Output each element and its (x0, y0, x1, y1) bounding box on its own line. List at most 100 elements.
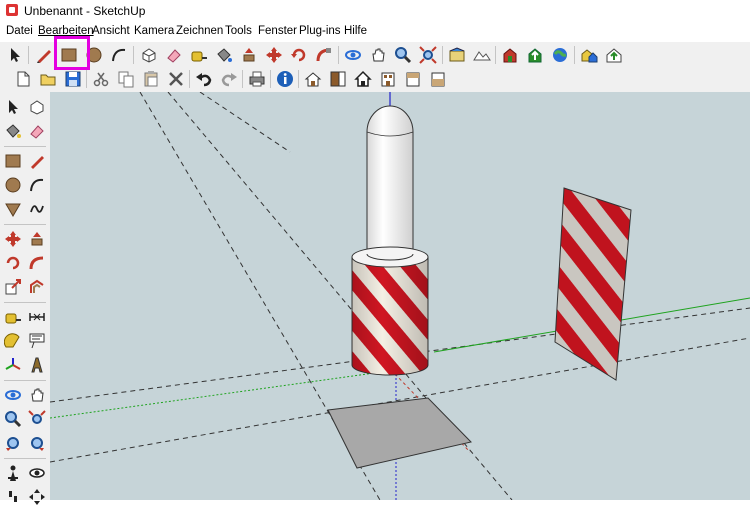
menu-tools[interactable]: Tools (225, 25, 252, 37)
left-view-icon[interactable] (427, 68, 449, 90)
toolbar-separator (242, 70, 243, 88)
toolbar-separator (4, 458, 46, 459)
menu-kamera[interactable]: Kamera (134, 25, 174, 37)
save-icon[interactable] (62, 68, 84, 90)
move-icon[interactable] (263, 44, 285, 66)
follow-me-icon[interactable] (26, 252, 48, 274)
zoom-icon[interactable] (392, 44, 414, 66)
push-pull-icon[interactable] (26, 228, 48, 250)
print-icon[interactable] (246, 68, 268, 90)
make-component-icon[interactable] (138, 44, 160, 66)
striped-cylinder (351, 246, 429, 376)
eraser-icon[interactable] (163, 44, 185, 66)
toolbar-separator (4, 380, 46, 381)
delete-icon[interactable] (165, 68, 187, 90)
zoom-icon[interactable] (2, 408, 24, 430)
menu-ansicht[interactable]: Ansicht (92, 25, 130, 37)
previous-view-icon[interactable] (2, 432, 24, 454)
add-location-icon[interactable] (446, 44, 468, 66)
scene-canvas (50, 92, 750, 500)
polygon-icon[interactable] (2, 198, 24, 220)
right-view-icon[interactable] (377, 68, 399, 90)
arc-icon[interactable] (26, 174, 48, 196)
top-view-icon[interactable] (327, 68, 349, 90)
open-icon[interactable] (37, 68, 59, 90)
section-plane-icon[interactable] (26, 486, 48, 508)
components-icon[interactable] (578, 44, 600, 66)
ground-square (327, 397, 472, 469)
model-viewport[interactable] (50, 92, 750, 500)
look-around-icon[interactable] (26, 462, 48, 484)
orbit-icon[interactable] (342, 44, 364, 66)
arc-icon[interactable] (108, 44, 130, 66)
toggle-terrain-icon[interactable] (471, 44, 493, 66)
title-bar: Unbenannt - SketchUp (0, 0, 750, 22)
text-icon[interactable] (26, 330, 48, 352)
select-icon[interactable] (4, 44, 26, 66)
next-view-icon[interactable] (26, 432, 48, 454)
paste-icon[interactable] (140, 68, 162, 90)
toolbar-separator (338, 46, 339, 64)
iso-view-icon[interactable] (302, 68, 324, 90)
toolbar-separator (133, 46, 134, 64)
move-icon[interactable] (2, 228, 24, 250)
protractor-icon[interactable] (2, 330, 24, 352)
share-component-icon[interactable] (603, 44, 625, 66)
copy-icon[interactable] (115, 68, 137, 90)
pencil-line-icon[interactable] (33, 44, 55, 66)
left-toolbar (0, 92, 51, 505)
share-model-icon[interactable] (524, 44, 546, 66)
get-models-icon[interactable] (499, 44, 521, 66)
make-component-icon[interactable] (26, 96, 48, 118)
3d-text-icon[interactable] (26, 354, 48, 376)
pan-icon[interactable] (367, 44, 389, 66)
position-camera-icon[interactable] (2, 462, 24, 484)
toolbar-separator (4, 224, 46, 225)
model-info-icon[interactable] (274, 68, 296, 90)
redo-icon[interactable] (218, 68, 240, 90)
undo-icon[interactable] (193, 68, 215, 90)
push-pull-icon[interactable] (238, 44, 260, 66)
toolbar-separator (574, 46, 575, 64)
pan-icon[interactable] (26, 384, 48, 406)
axes-icon[interactable] (2, 354, 24, 376)
follow-me-icon[interactable] (313, 44, 335, 66)
offset-icon[interactable] (26, 276, 48, 298)
circle-icon[interactable] (2, 174, 24, 196)
line-icon[interactable] (26, 150, 48, 172)
scale-icon[interactable] (2, 276, 24, 298)
select-icon[interactable] (2, 96, 24, 118)
zoom-extents-icon[interactable] (417, 44, 439, 66)
tape-measure-icon[interactable] (188, 44, 210, 66)
toolbar-separator (298, 70, 299, 88)
menu-fenster[interactable]: Fenster (258, 25, 297, 37)
google-earth-icon[interactable] (549, 44, 571, 66)
paint-bucket-icon[interactable] (213, 44, 235, 66)
rotate-icon[interactable] (288, 44, 310, 66)
zoom-window-icon[interactable] (26, 408, 48, 430)
menu-hilfe[interactable]: Hilfe (344, 25, 367, 37)
window-title: Unbenannt - SketchUp (24, 4, 146, 18)
toolbar-separator (86, 70, 87, 88)
toolbar-separator (189, 70, 190, 88)
rotate-icon[interactable] (2, 252, 24, 274)
white-column (366, 105, 414, 255)
freehand-icon[interactable] (26, 198, 48, 220)
orbit-icon[interactable] (2, 384, 24, 406)
rectangle-icon[interactable] (2, 150, 24, 172)
cut-icon[interactable] (90, 68, 112, 90)
front-view-icon[interactable] (352, 68, 374, 90)
walk-icon[interactable] (2, 486, 24, 508)
menu-plugins[interactable]: Plug-ins (299, 25, 341, 37)
back-view-icon[interactable] (402, 68, 424, 90)
menu-datei[interactable]: Datei (6, 25, 33, 37)
menu-zeichnen[interactable]: Zeichnen (176, 25, 223, 37)
paint-bucket-icon[interactable] (2, 120, 24, 142)
new-icon[interactable] (12, 68, 34, 90)
dimension-icon[interactable] (26, 306, 48, 328)
main-toolbar (0, 42, 750, 69)
tape-measure-icon[interactable] (2, 306, 24, 328)
toolbar-separator (28, 46, 29, 64)
eraser-icon[interactable] (26, 120, 48, 142)
sketchup-logo-icon (6, 4, 18, 16)
